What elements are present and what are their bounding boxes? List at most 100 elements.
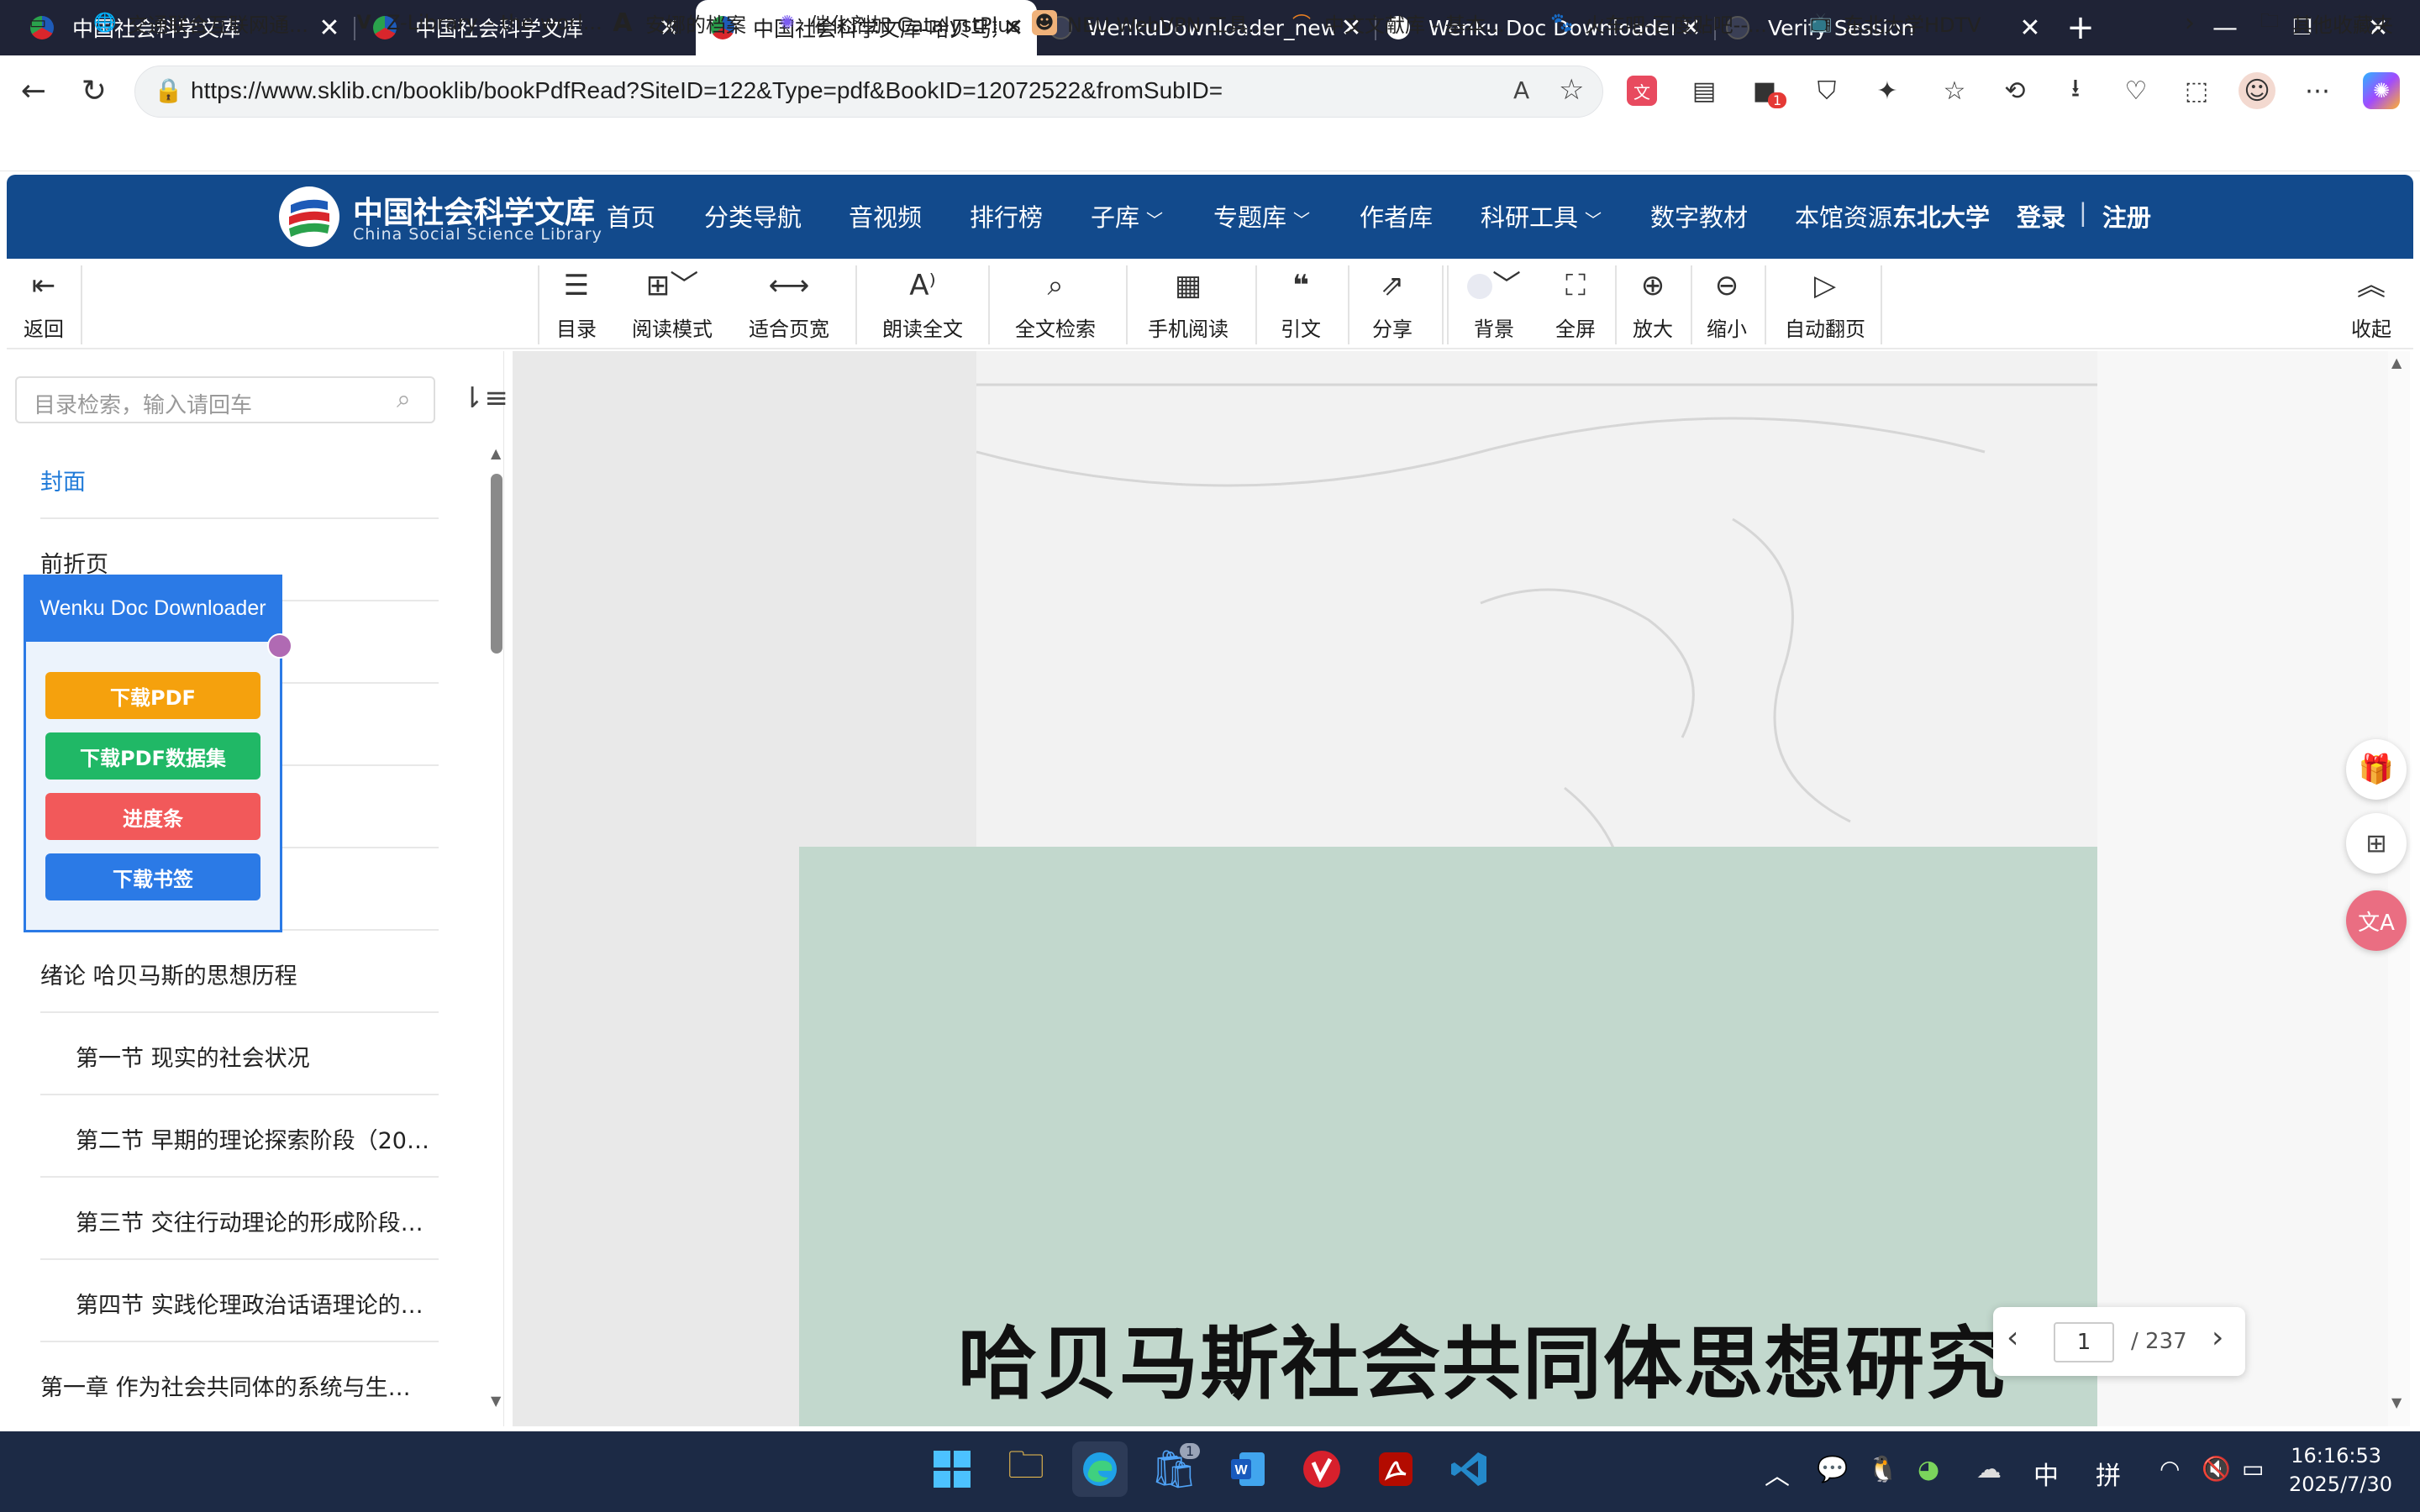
login-link[interactable]: 登录: [2017, 198, 2065, 234]
history-icon[interactable]: ⟲: [1996, 72, 2033, 109]
nav-library-resources[interactable]: 本馆资源东北大学: [1795, 198, 1990, 234]
scroll-down-icon[interactable]: ▼: [491, 1393, 501, 1409]
new-tab-button[interactable]: +: [2047, 0, 2114, 55]
fit-width-button[interactable]: ⟷ 适合页宽: [734, 259, 844, 349]
more-menu-icon[interactable]: ⋯: [2299, 72, 2336, 109]
downloads-icon[interactable]: ⭳: [2057, 72, 2094, 109]
page-number-input[interactable]: 1: [2054, 1322, 2114, 1362]
collapse-button[interactable]: ︽ 收起: [2341, 259, 2402, 349]
mobile-read-button[interactable]: ▦ 手机阅读: [1134, 259, 1242, 349]
qq-icon[interactable]: 🐧: [1867, 1455, 1898, 1484]
tray-overflow-icon[interactable]: ︿: [1765, 1455, 1790, 1492]
ime-language[interactable]: 中: [2033, 1455, 2059, 1492]
nav-research-tools[interactable]: 科研工具 ﹀: [1481, 198, 1602, 234]
prev-page-icon[interactable]: ‹: [2007, 1320, 2018, 1355]
nav-textbooks[interactable]: 数字教材: [1650, 198, 1748, 234]
wifi-icon[interactable]: ◠: [2160, 1455, 2180, 1483]
battery-icon[interactable]: ▭: [2242, 1455, 2264, 1483]
other-favorites-folder[interactable]: 🗀 其他收藏夹: [2257, 7, 2393, 39]
bookmark-item[interactable]: 🌐 交通联合互联网通...: [92, 7, 308, 39]
download-pdf-button[interactable]: 下载PDF: [45, 672, 260, 719]
bookmark-item[interactable]: ✺ 催化剂加 CatalystPlus: [775, 7, 1021, 39]
nav-ranking[interactable]: 排行榜: [970, 198, 1043, 234]
gift-icon[interactable]: 🎁: [2346, 739, 2407, 800]
bookmark-item[interactable]: ☻ NEU WebVPN 工具...: [1032, 7, 1267, 39]
auto-flip-button[interactable]: ▷ 自动翻页: [1773, 259, 1877, 349]
zoom-in-button[interactable]: ⊕ 放大: [1618, 259, 1687, 349]
toc-item[interactable]: 第三节 交往行动理论的形成阶段…: [40, 1178, 439, 1260]
translate-icon[interactable]: 文A: [2346, 890, 2407, 951]
extensions-puzzle-icon[interactable]: ✦: [1869, 72, 1906, 109]
ime-mode[interactable]: 拼: [2096, 1455, 2121, 1492]
nav-sublibrary[interactable]: 子库 ﹀: [1091, 198, 1163, 234]
profile-avatar[interactable]: ☺: [2238, 72, 2275, 109]
reading-mode-button[interactable]: ⊞﹀ 阅读模式: [622, 259, 723, 349]
nav-special[interactable]: 专题库 ﹀: [1213, 198, 1310, 234]
wechat-icon[interactable]: 💬: [1817, 1455, 1848, 1484]
read-aloud-button[interactable]: A⁾ 朗读全文: [865, 259, 980, 349]
close-tab-icon[interactable]: ✕: [313, 13, 346, 43]
bookmarks-overflow-icon[interactable]: ›: [2185, 7, 2195, 39]
toc-item[interactable]: 第二节 早期的理论探索阶段（20…: [40, 1095, 439, 1178]
toc-item[interactable]: 第一节 现实的社会状况: [40, 1013, 439, 1095]
file-explorer-icon[interactable]: 🗀: [998, 1441, 1054, 1497]
vivaldi-icon[interactable]: [1294, 1441, 1349, 1497]
background-button[interactable]: ﹀ 背景: [1457, 259, 1531, 349]
nav-authors[interactable]: 作者库: [1360, 198, 1433, 234]
nav-media[interactable]: 音视频: [849, 198, 922, 234]
toc-item[interactable]: 绪论 哈贝马斯的思想历程: [40, 931, 439, 1013]
url-text[interactable]: https://www.sklib.cn/booklib/bookPdfRead…: [191, 77, 1223, 104]
toc-scrollbar[interactable]: ▲ ▼: [489, 445, 504, 1411]
favorite-star-icon[interactable]: ☆: [1559, 73, 1584, 107]
nav-home[interactable]: 首页: [607, 198, 655, 234]
next-page-icon[interactable]: ›: [2212, 1320, 2223, 1355]
bookmark-item[interactable]: A 安娜的档案: [610, 7, 746, 39]
bookmark-item[interactable]: 📺 东北大学HDTV: [1808, 7, 1981, 39]
translate-extension-icon[interactable]: 文: [1627, 76, 1657, 106]
vscode-icon[interactable]: [1442, 1441, 1497, 1497]
scroll-down-icon[interactable]: ▼: [2391, 1394, 2402, 1410]
windows-start-icon[interactable]: [924, 1441, 980, 1497]
microsoft-store-icon[interactable]: 🛍 1: [1146, 1441, 1202, 1497]
address-bar[interactable]: 🔒 https://www.sklib.cn/booklib/bookPdfRe…: [134, 66, 1603, 118]
toc-item[interactable]: 封面: [40, 437, 439, 519]
scroll-up-icon[interactable]: ▲: [2391, 354, 2402, 370]
favorites-icon[interactable]: ☆: [1936, 72, 1973, 109]
acrobat-icon[interactable]: [1368, 1441, 1423, 1497]
screenshot-icon[interactable]: ⬚: [2178, 72, 2215, 109]
onedrive-icon[interactable]: ☁: [1976, 1455, 2002, 1484]
word-icon[interactable]: W: [1220, 1441, 1276, 1497]
refresh-icon[interactable]: ↻: [74, 71, 114, 111]
wenku-panel-title[interactable]: Wenku Doc Downloader: [24, 575, 282, 642]
toc-search-input[interactable]: 目录检索，输入请回车 ⌕: [15, 376, 435, 423]
page-scrollbar[interactable]: ▲ ▼: [2388, 351, 2410, 1426]
sidebar-toggle-icon[interactable]: ▭: [25, 7, 50, 39]
sort-icon[interactable]: ⇂≡: [460, 381, 508, 415]
add-widget-icon[interactable]: ⊞: [2346, 813, 2407, 874]
sklib-logo-icon[interactable]: [279, 186, 339, 247]
scroll-up-icon[interactable]: ▲: [491, 445, 501, 461]
back-icon[interactable]: ←: [13, 71, 54, 111]
toc-scroll-thumb[interactable]: [491, 474, 502, 654]
download-bookmarks-button[interactable]: 下载书签: [45, 853, 260, 900]
share-button[interactable]: ⇗ 分享: [1355, 259, 1430, 349]
edge-browser-icon[interactable]: [1072, 1441, 1128, 1497]
site-info-icon[interactable]: 🔒: [154, 76, 183, 104]
read-aloud-icon[interactable]: A: [1513, 76, 1529, 104]
toc-button[interactable]: ☰ 目录: [543, 259, 610, 349]
fulltext-search-button[interactable]: ⌕ 全文检索: [998, 259, 1113, 349]
wenku-avatar-icon[interactable]: [267, 633, 292, 659]
system-clock[interactable]: 16:16:53 2025/7/30: [2289, 1441, 2392, 1499]
download-pdf-dataset-button[interactable]: 下载PDF数据集: [45, 732, 260, 780]
minimize-button[interactable]: —: [2191, 0, 2259, 55]
zoom-out-button[interactable]: ⊖ 缩小: [1692, 259, 1761, 349]
back-button[interactable]: ⇤ 返回: [12, 259, 76, 349]
volume-muted-icon[interactable]: 🔇: [2202, 1455, 2231, 1483]
bookmark-item[interactable]: ⌒ 中文文献库 - 基本...: [1289, 7, 1505, 39]
close-tab-icon[interactable]: ✕: [2013, 13, 2047, 43]
progress-button[interactable]: 进度条: [45, 793, 260, 840]
health-icon[interactable]: ♡: [2118, 72, 2154, 109]
cite-button[interactable]: ❝ 引文: [1264, 259, 1338, 349]
shield-icon[interactable]: ⛉: [1808, 72, 1845, 109]
extension-icon[interactable]: ■ 1: [1746, 72, 1787, 109]
